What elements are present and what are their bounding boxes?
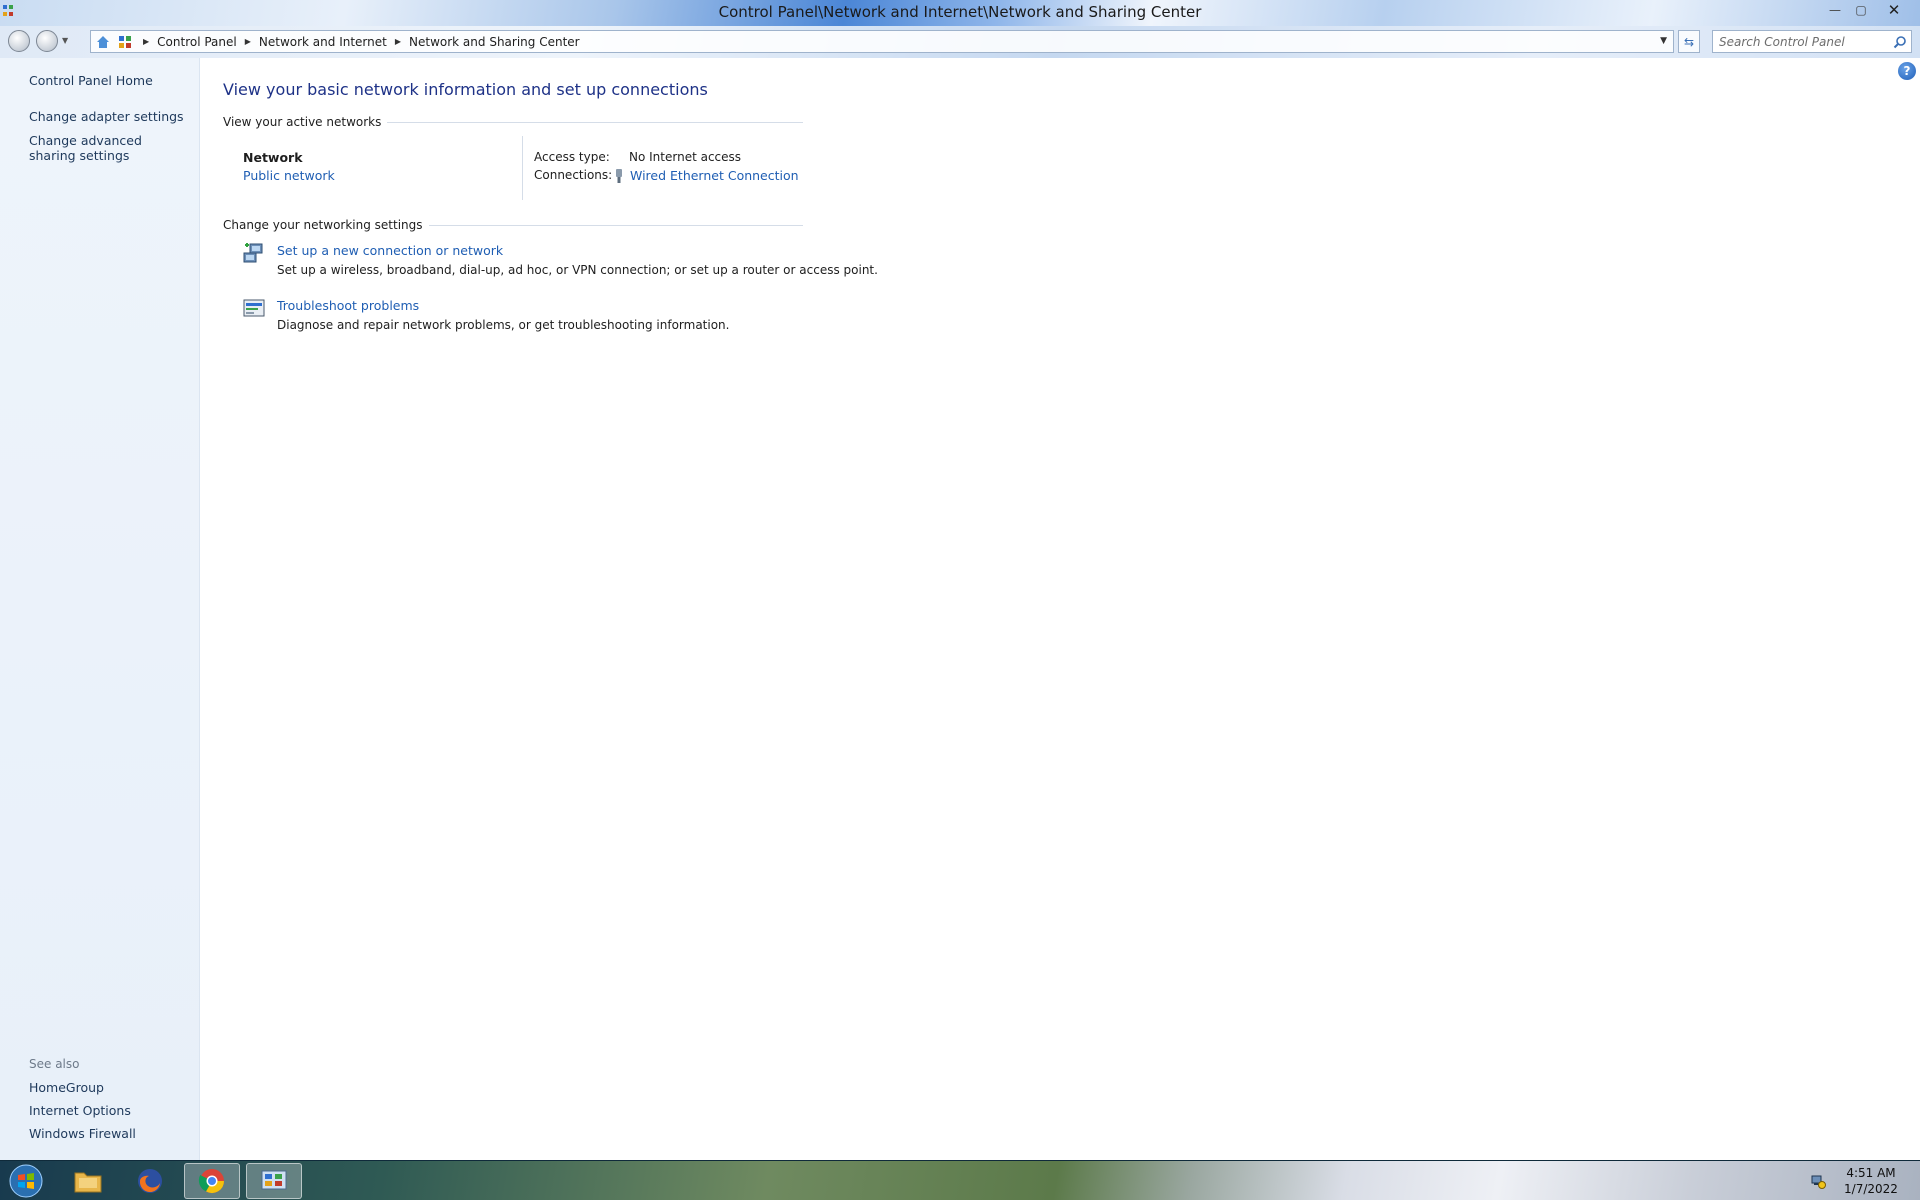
address-bar[interactable]: ▶ Control Panel ▶ Network and Internet ▶…: [90, 30, 1674, 53]
window-title: Control Panel\Network and Internet\Netwo…: [718, 3, 1202, 21]
change-advanced-sharing-settings-link[interactable]: Change advanced sharing settings: [29, 133, 179, 163]
setup-new-connection-description: Set up a wireless, broadband, dial-up, a…: [277, 263, 878, 277]
control-panel-taskbar-button[interactable]: [246, 1163, 302, 1199]
setup-new-connection-link[interactable]: Set up a new connection or network: [277, 243, 503, 258]
networking-settings-section: Change your networking settings: [223, 218, 803, 232]
connections-label: Connections:: [534, 168, 613, 182]
forward-button[interactable]: [36, 30, 58, 52]
search-icon[interactable]: [1893, 35, 1907, 49]
sidebar: Control Panel Home Change adapter settin…: [0, 58, 200, 1160]
network-tray-icon[interactable]: [1810, 1173, 1826, 1189]
network-name: Network: [243, 150, 303, 165]
back-button[interactable]: [8, 30, 30, 52]
firefox-icon: [138, 1169, 162, 1193]
networking-settings-label: Change your networking settings: [223, 218, 423, 232]
breadcrumb-control-panel[interactable]: Control Panel: [157, 35, 237, 49]
control-panel-home-link[interactable]: Control Panel Home: [29, 73, 189, 88]
maximize-button[interactable]: ▢: [1848, 0, 1874, 20]
breadcrumb-separator-icon[interactable]: ▶: [395, 37, 401, 46]
new-connection-icon: [243, 243, 263, 263]
network-type-link[interactable]: Public network: [243, 168, 335, 183]
breadcrumb-network-and-internet[interactable]: Network and Internet: [259, 35, 387, 49]
ethernet-icon: [616, 168, 622, 183]
search-box[interactable]: [1712, 30, 1912, 53]
section-divider: [387, 121, 803, 123]
breadcrumb-network-and-sharing-center[interactable]: Network and Sharing Center: [409, 35, 580, 49]
home-icon[interactable]: [93, 32, 113, 52]
breadcrumb-separator-icon[interactable]: ▶: [143, 37, 149, 46]
access-type-label: Access type:: [534, 150, 610, 164]
change-adapter-settings-link[interactable]: Change adapter settings: [29, 109, 189, 124]
chrome-taskbar-button[interactable]: [184, 1163, 240, 1199]
close-button[interactable]: ✕: [1874, 0, 1914, 20]
main-content: ? View your basic network information an…: [200, 58, 1920, 1160]
start-button[interactable]: [4, 1163, 48, 1199]
refresh-button[interactable]: ⇆: [1678, 30, 1700, 53]
access-type-value: No Internet access: [629, 150, 742, 164]
taskbar: 4:51 AM 1/7/2022: [0, 1160, 1920, 1200]
active-networks-label: View your active networks: [223, 115, 382, 129]
section-divider: [428, 224, 803, 226]
network-divider: [522, 136, 523, 200]
control-panel-icon: [115, 32, 135, 52]
connection-name[interactable]: Wired Ethernet Connection: [630, 168, 799, 183]
address-dropdown-icon[interactable]: ▼: [1660, 36, 1667, 46]
wired-ethernet-connection-link[interactable]: Wired Ethernet Connection: [614, 168, 799, 183]
breadcrumb-separator-icon[interactable]: ▶: [245, 37, 251, 46]
minimize-button[interactable]: —: [1822, 0, 1848, 20]
internet-options-link[interactable]: Internet Options: [29, 1103, 189, 1118]
taskbar-clock[interactable]: 4:51 AM 1/7/2022: [1836, 1165, 1906, 1197]
clock-date: 1/7/2022: [1844, 1182, 1898, 1196]
control-panel-icon: [261, 1170, 287, 1190]
recent-pages-chevron-icon[interactable]: ▼: [62, 36, 68, 45]
firefox-taskbar-button[interactable]: [122, 1163, 178, 1199]
folder-icon: [74, 1172, 102, 1193]
windows-firewall-link[interactable]: Windows Firewall: [29, 1126, 189, 1141]
see-also-label: See also: [29, 1057, 80, 1071]
troubleshoot-problems-link[interactable]: Troubleshoot problems: [277, 298, 419, 313]
troubleshoot-icon: [243, 299, 265, 317]
search-input[interactable]: [1719, 34, 1889, 49]
window-controls: — ▢ ✕: [1822, 0, 1914, 20]
page-title: View your basic network information and …: [223, 80, 708, 99]
homegroup-link[interactable]: HomeGroup: [29, 1080, 189, 1095]
help-icon[interactable]: ?: [1898, 62, 1916, 80]
chrome-icon: [198, 1169, 224, 1194]
navigation-bar: ▼ ▶ Control Panel ▶ Network and Internet…: [0, 26, 1920, 58]
troubleshoot-problems-description: Diagnose and repair network problems, or…: [277, 318, 730, 332]
active-networks-section: View your active networks: [223, 115, 803, 129]
windows-logo-icon: [9, 1164, 43, 1198]
title-bar[interactable]: Control Panel\Network and Internet\Netwo…: [0, 0, 1920, 26]
file-explorer-taskbar-button[interactable]: [60, 1163, 116, 1199]
clock-time: 4:51 AM: [1846, 1166, 1896, 1180]
